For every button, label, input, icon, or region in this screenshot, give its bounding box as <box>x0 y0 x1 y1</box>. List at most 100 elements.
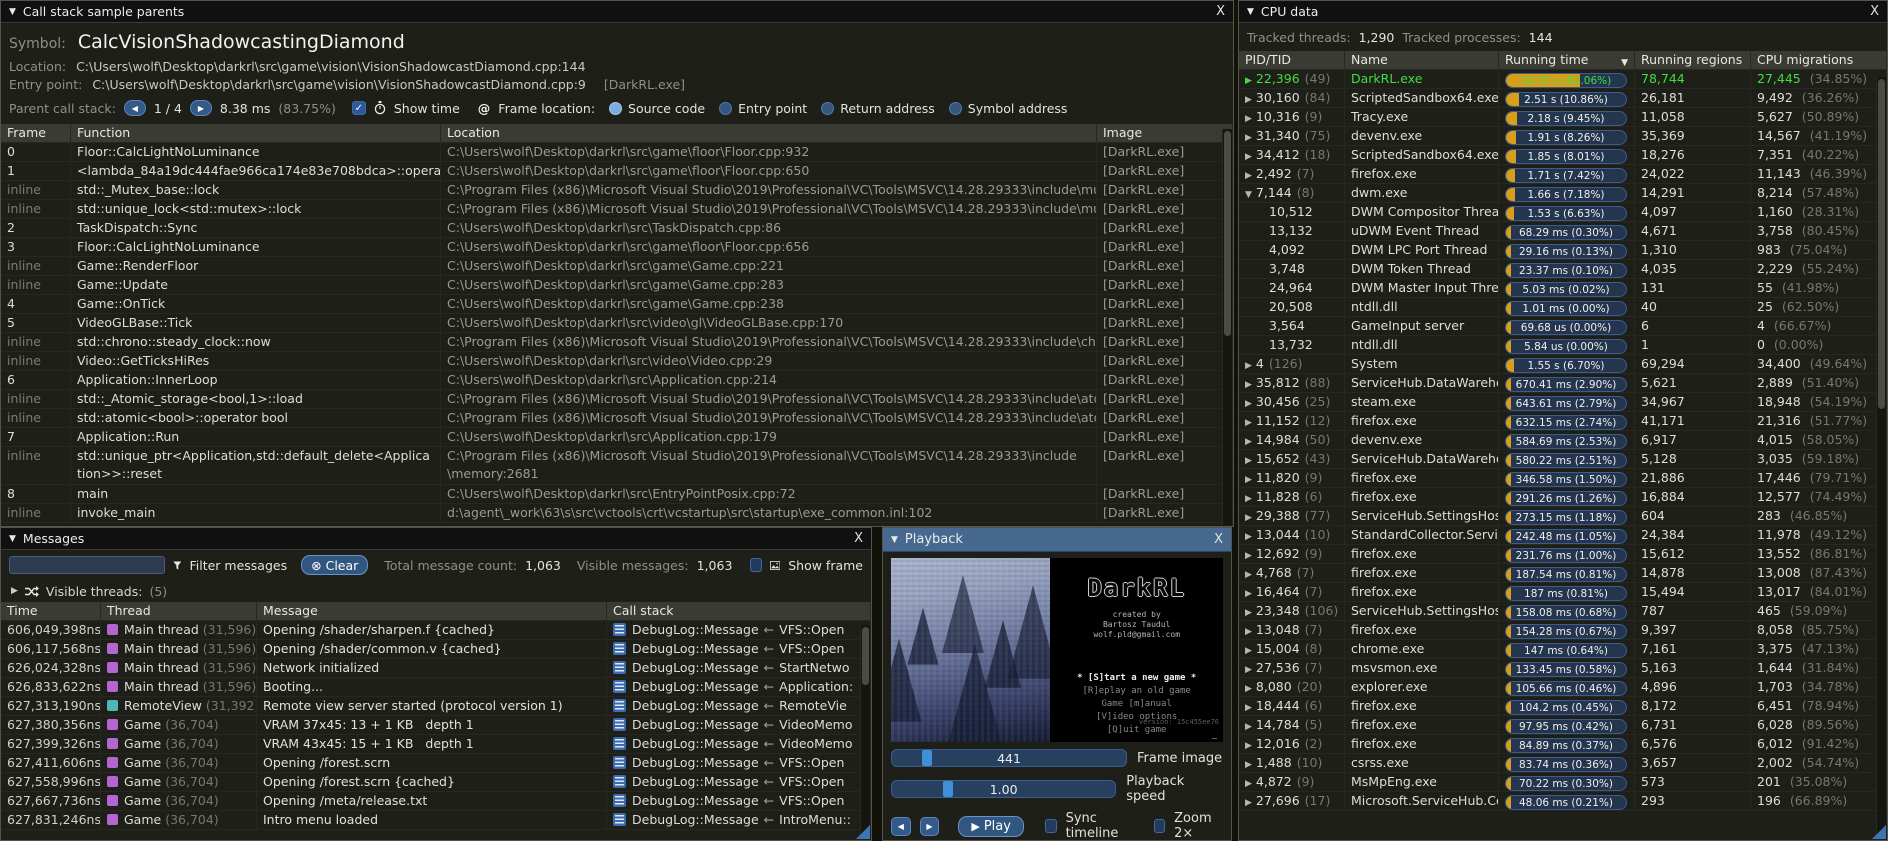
cpu-process-row[interactable]: ▶12,692(9)firefox.exe231.76 ms (1.00%)15… <box>1239 545 1887 564</box>
callstack-table-row[interactable]: inlineGame::RenderFloorC:\Users\wolf\Des… <box>1 257 1233 276</box>
cpu-scrollbar[interactable] <box>1876 77 1886 839</box>
radio-source-code[interactable] <box>609 102 622 115</box>
cpu-process-row[interactable]: 10,512DWM Compositor Thread1.53 s (6.63%… <box>1239 203 1887 222</box>
show-frame-checkbox[interactable] <box>750 558 762 572</box>
col-thread[interactable]: Thread <box>101 602 257 621</box>
expand-arrow-icon[interactable]: ▶ <box>1245 798 1252 808</box>
callstack-cell[interactable]: DebugLog::Message←IntroMenu:: <box>607 811 871 830</box>
expand-arrow-icon[interactable]: ▶ <box>1245 114 1252 124</box>
expand-icon[interactable]: ▶ <box>11 586 18 596</box>
expand-arrow-icon[interactable]: ▶ <box>1245 532 1252 542</box>
callstack-table-row[interactable]: inlinestd::_Atomic_storage<bool,1>::load… <box>1 390 1233 409</box>
callstack-cell[interactable]: DebugLog::Message←VFS::Open <box>607 754 871 773</box>
expand-arrow-icon[interactable]: ▶ <box>1245 152 1252 162</box>
message-row[interactable]: 627,380,356nsGame (36,704)VRAM 37x45: 13… <box>1 716 871 735</box>
expand-arrow-icon[interactable]: ▶ <box>1245 95 1252 105</box>
play-button[interactable]: ▶ Play <box>958 816 1024 837</box>
cpu-process-row[interactable]: 13,732ntdll.dll5.84 us (0.00%)10 (0.00%) <box>1239 336 1887 355</box>
cpu-process-row[interactable]: ▶11,152(12)firefox.exe632.15 ms (2.74%)4… <box>1239 412 1887 431</box>
cpu-process-row[interactable]: 3,748DWM Token Thread23.37 ms (0.10%)4,0… <box>1239 260 1887 279</box>
message-row[interactable]: 627,399,326nsGame (36,704)VRAM 43x45: 15… <box>1 735 871 754</box>
cpu-process-row[interactable]: ▶22,396(49)DarkRL.exe14.33 s (62.06%)78,… <box>1239 70 1887 89</box>
expand-arrow-icon[interactable]: ▶ <box>1245 171 1252 181</box>
radio-return-address[interactable] <box>821 102 834 115</box>
callstack-table-row[interactable]: inlinestd::atomic<bool>::operator boolC:… <box>1 409 1233 428</box>
sync-timeline-checkbox[interactable] <box>1045 819 1057 833</box>
expand-arrow-icon[interactable]: ▶ <box>1245 722 1252 732</box>
callstack-table-row[interactable]: inlinestd::unique_lock<std::mutex>::lock… <box>1 200 1233 219</box>
expand-arrow-icon[interactable]: ▶ <box>1245 570 1252 580</box>
cpu-process-row[interactable]: ▶4,768(7)firefox.exe187.54 ms (0.81%)14,… <box>1239 564 1887 583</box>
cpu-process-row[interactable]: 13,132uDWM Event Thread68.29 ms (0.30%)4… <box>1239 222 1887 241</box>
expand-arrow-icon[interactable]: ▶ <box>1245 475 1252 485</box>
callstack-cell[interactable]: DebugLog::Message←VFS::Open <box>607 792 871 811</box>
cpu-process-row[interactable]: ▶34,412(18)ScriptedSandbox64.exe1.85 s (… <box>1239 146 1887 165</box>
callstack-table-row[interactable]: inlineVideo::GetTicksHiResC:\Users\wolf\… <box>1 352 1233 371</box>
message-row[interactable]: 627,411,606nsGame (36,704)Opening /fores… <box>1 754 871 773</box>
col-location[interactable]: Location <box>441 124 1097 143</box>
message-row[interactable]: 627,313,190nsRemoteView (31,392)Remote v… <box>1 697 871 716</box>
callstack-table-row[interactable]: 7Application::RunC:\Users\wolf\Desktop\d… <box>1 428 1233 447</box>
cpu-process-row[interactable]: ▶29,388(77)ServiceHub.SettingsHost273.15… <box>1239 507 1887 526</box>
cpu-process-row[interactable]: ▶14,984(50)devenv.exe584.69 ms (2.53%)6,… <box>1239 431 1887 450</box>
expand-arrow-icon[interactable]: ▶ <box>1245 608 1252 618</box>
step-back-button[interactable]: ◀ <box>891 817 911 836</box>
cpu-process-row[interactable]: ▶4(126)System1.55 s (6.70%)69,29434,400 … <box>1239 355 1887 374</box>
expand-arrow-icon[interactable]: ▶ <box>1245 456 1252 466</box>
callstack-table-row[interactable]: inlinestd::chrono::steady_clock::nowC:\P… <box>1 333 1233 352</box>
show-time-checkbox[interactable]: ✓ <box>352 101 366 115</box>
expand-arrow-icon[interactable]: ▶ <box>1245 133 1252 143</box>
cpu-process-row[interactable]: ▶18,444(6)firefox.exe104.2 ms (0.45%)8,1… <box>1239 697 1887 716</box>
cpu-process-row[interactable]: ▶30,160(84)ScriptedSandbox64.exe2.51 s (… <box>1239 89 1887 108</box>
callstack-table-row[interactable]: 5VideoGLBase::TickC:\Users\wolf\Desktop\… <box>1 314 1233 333</box>
col-cpu-migrations[interactable]: CPU migrations <box>1751 51 1887 70</box>
close-icon[interactable]: X <box>1870 4 1879 19</box>
filter-input[interactable] <box>9 556 165 574</box>
playback-speed-slider[interactable]: 1.00 <box>891 780 1116 798</box>
callstack-table-row[interactable]: inlinestd::_Mutex_base::lockC:\Program F… <box>1 181 1233 200</box>
col-callstack[interactable]: Call stack <box>607 602 871 621</box>
col-image[interactable]: Image <box>1097 124 1233 143</box>
expand-arrow-icon[interactable]: ▶ <box>1245 76 1252 86</box>
callstack-cell[interactable]: DebugLog::Message←VideoMemo <box>607 735 871 754</box>
callstack-cell[interactable]: DebugLog::Message←RemoteVie <box>607 697 871 716</box>
expand-arrow-icon[interactable]: ▶ <box>1245 665 1252 675</box>
prev-callstack-button[interactable]: ◀ <box>124 100 146 116</box>
col-message[interactable]: Message <box>257 602 607 621</box>
collapse-icon[interactable]: ▼ <box>1247 7 1254 17</box>
expand-arrow-icon[interactable]: ▶ <box>1245 551 1252 561</box>
col-name[interactable]: Name <box>1345 51 1499 70</box>
expand-arrow-icon[interactable]: ▶ <box>1245 380 1252 390</box>
cpu-process-row[interactable]: ▶30,456(25)steam.exe643.61 ms (2.79%)34,… <box>1239 393 1887 412</box>
col-time[interactable]: Time <box>1 602 101 621</box>
callstack-table-row[interactable]: inlineGame::UpdateC:\Users\wolf\Desktop\… <box>1 276 1233 295</box>
cpu-process-row[interactable]: 3,564GameInput server69.68 us (0.00%)64 … <box>1239 317 1887 336</box>
callstack-scrollbar[interactable] <box>1222 129 1232 525</box>
cpu-process-row[interactable]: 20,508ntdll.dll1.01 ms (0.00%)4025 (62.5… <box>1239 298 1887 317</box>
cpu-process-row[interactable]: ▶27,536(7)msvsmon.exe133.45 ms (0.58%)5,… <box>1239 659 1887 678</box>
resize-grip[interactable] <box>1872 825 1886 839</box>
radio-symbol-address[interactable] <box>949 102 962 115</box>
cpu-process-row[interactable]: ▶8,080(20)explorer.exe105.66 ms (0.46%)4… <box>1239 678 1887 697</box>
expand-arrow-icon[interactable]: ▶ <box>1245 779 1252 789</box>
cpu-process-row[interactable]: ▶15,004(8)chrome.exe147 ms (0.64%)7,1613… <box>1239 640 1887 659</box>
expand-arrow-icon[interactable]: ▶ <box>1245 589 1252 599</box>
close-icon[interactable]: X <box>1216 4 1225 19</box>
expand-arrow-icon[interactable]: ▶ <box>1245 513 1252 523</box>
callstack-table-row[interactable]: 2TaskDispatch::SyncC:\Users\wolf\Desktop… <box>1 219 1233 238</box>
col-running-time[interactable]: Running time▼ <box>1499 51 1635 70</box>
callstack-cell[interactable]: DebugLog::Message←StartNetwo <box>607 659 871 678</box>
collapse-icon[interactable]: ▼ <box>891 535 898 545</box>
clear-button[interactable]: ⊗ Clear <box>301 555 368 575</box>
cpu-process-row[interactable]: ▶10,316(9)Tracy.exe2.18 s (9.45%)11,0585… <box>1239 108 1887 127</box>
cpu-process-row[interactable]: 4,092DWM LPC Port Thread29.16 ms (0.13%)… <box>1239 241 1887 260</box>
close-icon[interactable]: X <box>1214 532 1223 547</box>
next-callstack-button[interactable]: ▶ <box>190 100 212 116</box>
cpu-process-row[interactable]: ▶14,784(5)firefox.exe97.95 ms (0.42%)6,7… <box>1239 716 1887 735</box>
expand-arrow-icon[interactable]: ▶ <box>1245 703 1252 713</box>
message-row[interactable]: 606,049,398nsMain thread (31,596)Opening… <box>1 621 871 640</box>
collapse-icon[interactable]: ▼ <box>9 534 16 544</box>
expand-arrow-icon[interactable]: ▶ <box>1245 627 1252 637</box>
cpu-process-row[interactable]: ▼7,144(8)dwm.exe1.66 s (7.18%)14,2918,21… <box>1239 184 1887 203</box>
expand-arrow-icon[interactable]: ▶ <box>1245 437 1252 447</box>
